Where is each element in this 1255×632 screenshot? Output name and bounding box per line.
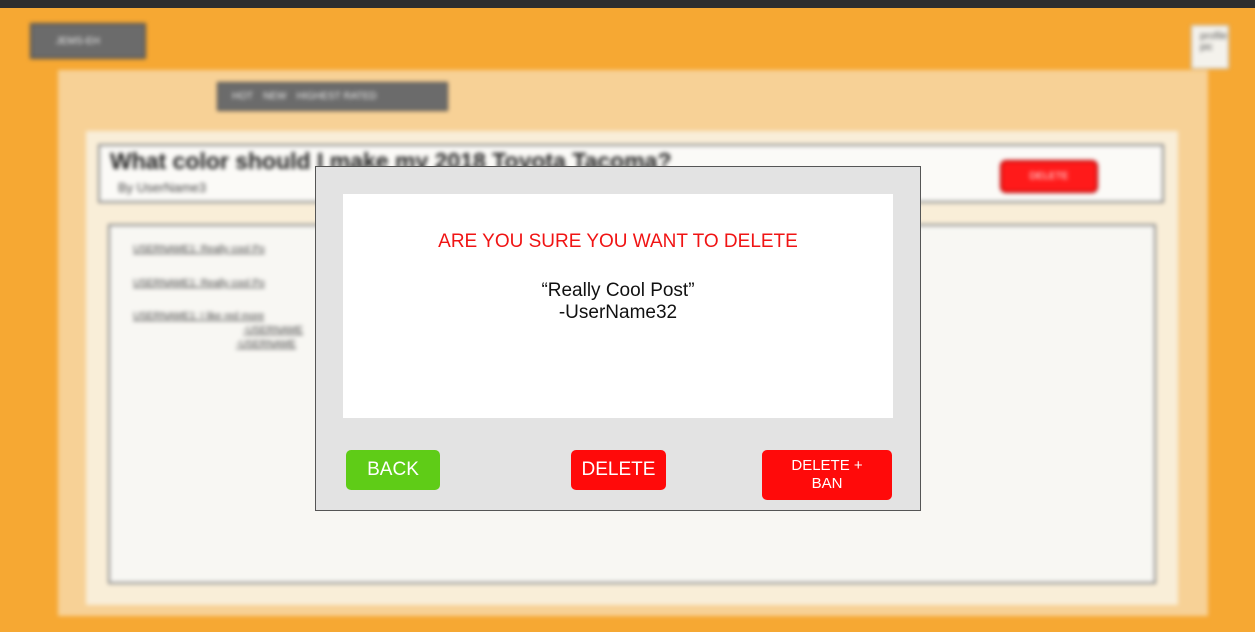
comment-quote: “Really Cool Post” xyxy=(541,280,695,301)
profile-pic[interactable]: profile pic xyxy=(1191,25,1229,69)
delete-confirmation-dialog: ARE YOU SURE YOU WANT TO DELETE “Really … xyxy=(315,166,921,511)
comment-author: -UserName32 xyxy=(558,302,678,323)
tab-highest-rated[interactable]: HIGHEST RATED xyxy=(296,91,376,102)
logo-button[interactable]: JEMS-EH xyxy=(30,23,146,59)
sort-tabs: HOT NEW HIGHEST RATED xyxy=(217,82,448,111)
tab-hot[interactable]: HOT xyxy=(232,91,253,102)
confirm-delete-button[interactable]: DELETE xyxy=(571,450,666,490)
comment-reply[interactable]: -USERNAME xyxy=(243,325,303,336)
delete-ban-line-1: DELETE + xyxy=(791,457,863,474)
delete-ban-line-2: BAN xyxy=(811,475,843,492)
delete-and-ban-button[interactable]: DELETE + BAN xyxy=(762,450,892,500)
deleted-comment-preview: “Really Cool Post” -UserName32 xyxy=(343,280,893,324)
comment-reply[interactable]: -USERNAME xyxy=(236,339,296,350)
post-delete-button[interactable]: DELETE xyxy=(1000,160,1098,193)
back-button[interactable]: BACK xyxy=(346,450,440,490)
dialog-body: ARE YOU SURE YOU WANT TO DELETE “Really … xyxy=(343,194,893,418)
post-author: By UserName3 xyxy=(118,180,207,195)
delete-ban-label: DELETE + BAN xyxy=(791,457,862,493)
comment-item[interactable]: USERNAME1: I like red more xyxy=(133,311,264,322)
tab-new[interactable]: NEW xyxy=(263,91,286,102)
comment-item[interactable]: USERNAME1: Really cool Po xyxy=(133,244,265,255)
dialog-heading: ARE YOU SURE YOU WANT TO DELETE xyxy=(438,231,798,252)
comment-item[interactable]: USERNAME1: Really cool Po xyxy=(133,278,265,289)
